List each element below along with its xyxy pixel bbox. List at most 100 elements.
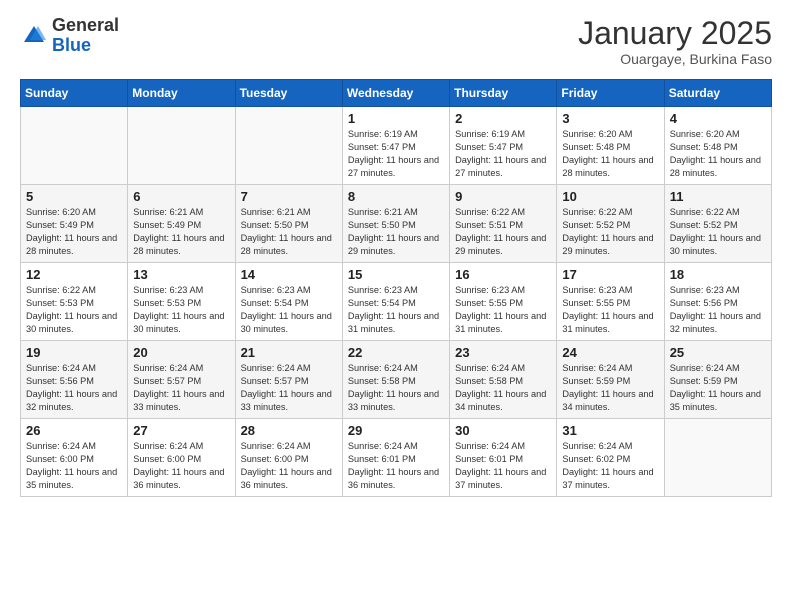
day-info: Sunrise: 6:19 AMSunset: 5:47 PMDaylight:… — [455, 128, 551, 180]
day-number: 10 — [562, 189, 658, 204]
day-cell-w4-d5: 23 Sunrise: 6:24 AMSunset: 5:58 PMDaylig… — [450, 341, 557, 419]
day-cell-w5-d3: 28 Sunrise: 6:24 AMSunset: 6:00 PMDaylig… — [235, 419, 342, 497]
day-number: 27 — [133, 423, 229, 438]
day-cell-w4-d7: 25 Sunrise: 6:24 AMSunset: 5:59 PMDaylig… — [664, 341, 771, 419]
day-info: Sunrise: 6:23 AMSunset: 5:55 PMDaylight:… — [562, 284, 658, 336]
day-cell-w5-d7 — [664, 419, 771, 497]
location-subtitle: Ouargaye, Burkina Faso — [578, 51, 772, 67]
day-cell-w2-d5: 9 Sunrise: 6:22 AMSunset: 5:51 PMDayligh… — [450, 185, 557, 263]
day-info: Sunrise: 6:24 AMSunset: 5:57 PMDaylight:… — [241, 362, 337, 414]
day-info: Sunrise: 6:21 AMSunset: 5:50 PMDaylight:… — [241, 206, 337, 258]
day-number: 22 — [348, 345, 444, 360]
day-info: Sunrise: 6:24 AMSunset: 5:56 PMDaylight:… — [26, 362, 122, 414]
day-number: 20 — [133, 345, 229, 360]
col-friday: Friday — [557, 80, 664, 107]
col-saturday: Saturday — [664, 80, 771, 107]
calendar-table: Sunday Monday Tuesday Wednesday Thursday… — [20, 79, 772, 497]
day-info: Sunrise: 6:21 AMSunset: 5:50 PMDaylight:… — [348, 206, 444, 258]
col-wednesday: Wednesday — [342, 80, 449, 107]
week-row-4: 19 Sunrise: 6:24 AMSunset: 5:56 PMDaylig… — [21, 341, 772, 419]
day-number: 14 — [241, 267, 337, 282]
week-row-3: 12 Sunrise: 6:22 AMSunset: 5:53 PMDaylig… — [21, 263, 772, 341]
day-cell-w4-d3: 21 Sunrise: 6:24 AMSunset: 5:57 PMDaylig… — [235, 341, 342, 419]
day-info: Sunrise: 6:19 AMSunset: 5:47 PMDaylight:… — [348, 128, 444, 180]
day-info: Sunrise: 6:22 AMSunset: 5:51 PMDaylight:… — [455, 206, 551, 258]
page: General Blue January 2025 Ouargaye, Burk… — [0, 0, 792, 612]
title-block: January 2025 Ouargaye, Burkina Faso — [578, 16, 772, 67]
month-title: January 2025 — [578, 16, 772, 51]
day-cell-w3-d7: 18 Sunrise: 6:23 AMSunset: 5:56 PMDaylig… — [664, 263, 771, 341]
day-cell-w1-d4: 1 Sunrise: 6:19 AMSunset: 5:47 PMDayligh… — [342, 107, 449, 185]
col-sunday: Sunday — [21, 80, 128, 107]
day-number: 19 — [26, 345, 122, 360]
day-number: 30 — [455, 423, 551, 438]
day-info: Sunrise: 6:21 AMSunset: 5:49 PMDaylight:… — [133, 206, 229, 258]
day-number: 3 — [562, 111, 658, 126]
day-number: 13 — [133, 267, 229, 282]
day-cell-w1-d1 — [21, 107, 128, 185]
day-number: 26 — [26, 423, 122, 438]
day-cell-w1-d5: 2 Sunrise: 6:19 AMSunset: 5:47 PMDayligh… — [450, 107, 557, 185]
day-cell-w5-d4: 29 Sunrise: 6:24 AMSunset: 6:01 PMDaylig… — [342, 419, 449, 497]
day-cell-w2-d6: 10 Sunrise: 6:22 AMSunset: 5:52 PMDaylig… — [557, 185, 664, 263]
day-number: 6 — [133, 189, 229, 204]
day-cell-w4-d6: 24 Sunrise: 6:24 AMSunset: 5:59 PMDaylig… — [557, 341, 664, 419]
day-cell-w1-d6: 3 Sunrise: 6:20 AMSunset: 5:48 PMDayligh… — [557, 107, 664, 185]
day-cell-w1-d2 — [128, 107, 235, 185]
day-info: Sunrise: 6:20 AMSunset: 5:49 PMDaylight:… — [26, 206, 122, 258]
day-info: Sunrise: 6:24 AMSunset: 6:02 PMDaylight:… — [562, 440, 658, 492]
week-row-5: 26 Sunrise: 6:24 AMSunset: 6:00 PMDaylig… — [21, 419, 772, 497]
day-info: Sunrise: 6:24 AMSunset: 5:58 PMDaylight:… — [348, 362, 444, 414]
day-number: 1 — [348, 111, 444, 126]
week-row-1: 1 Sunrise: 6:19 AMSunset: 5:47 PMDayligh… — [21, 107, 772, 185]
col-thursday: Thursday — [450, 80, 557, 107]
day-number: 15 — [348, 267, 444, 282]
day-cell-w2-d2: 6 Sunrise: 6:21 AMSunset: 5:49 PMDayligh… — [128, 185, 235, 263]
day-cell-w2-d1: 5 Sunrise: 6:20 AMSunset: 5:49 PMDayligh… — [21, 185, 128, 263]
day-cell-w4-d1: 19 Sunrise: 6:24 AMSunset: 5:56 PMDaylig… — [21, 341, 128, 419]
day-info: Sunrise: 6:24 AMSunset: 5:59 PMDaylight:… — [562, 362, 658, 414]
day-info: Sunrise: 6:23 AMSunset: 5:55 PMDaylight:… — [455, 284, 551, 336]
day-number: 24 — [562, 345, 658, 360]
day-cell-w3-d5: 16 Sunrise: 6:23 AMSunset: 5:55 PMDaylig… — [450, 263, 557, 341]
day-info: Sunrise: 6:22 AMSunset: 5:52 PMDaylight:… — [670, 206, 766, 258]
day-info: Sunrise: 6:23 AMSunset: 5:54 PMDaylight:… — [241, 284, 337, 336]
day-cell-w4-d2: 20 Sunrise: 6:24 AMSunset: 5:57 PMDaylig… — [128, 341, 235, 419]
day-info: Sunrise: 6:24 AMSunset: 5:59 PMDaylight:… — [670, 362, 766, 414]
week-row-2: 5 Sunrise: 6:20 AMSunset: 5:49 PMDayligh… — [21, 185, 772, 263]
header: General Blue January 2025 Ouargaye, Burk… — [20, 16, 772, 67]
day-cell-w5-d5: 30 Sunrise: 6:24 AMSunset: 6:01 PMDaylig… — [450, 419, 557, 497]
day-number: 28 — [241, 423, 337, 438]
day-number: 29 — [348, 423, 444, 438]
day-cell-w3-d1: 12 Sunrise: 6:22 AMSunset: 5:53 PMDaylig… — [21, 263, 128, 341]
day-cell-w3-d3: 14 Sunrise: 6:23 AMSunset: 5:54 PMDaylig… — [235, 263, 342, 341]
day-cell-w2-d7: 11 Sunrise: 6:22 AMSunset: 5:52 PMDaylig… — [664, 185, 771, 263]
day-number: 11 — [670, 189, 766, 204]
day-number: 5 — [26, 189, 122, 204]
day-number: 25 — [670, 345, 766, 360]
day-info: Sunrise: 6:24 AMSunset: 6:01 PMDaylight:… — [348, 440, 444, 492]
day-info: Sunrise: 6:23 AMSunset: 5:54 PMDaylight:… — [348, 284, 444, 336]
day-cell-w5-d1: 26 Sunrise: 6:24 AMSunset: 6:00 PMDaylig… — [21, 419, 128, 497]
day-cell-w3-d6: 17 Sunrise: 6:23 AMSunset: 5:55 PMDaylig… — [557, 263, 664, 341]
day-cell-w3-d2: 13 Sunrise: 6:23 AMSunset: 5:53 PMDaylig… — [128, 263, 235, 341]
day-number: 12 — [26, 267, 122, 282]
day-number: 9 — [455, 189, 551, 204]
day-info: Sunrise: 6:24 AMSunset: 6:00 PMDaylight:… — [241, 440, 337, 492]
day-info: Sunrise: 6:23 AMSunset: 5:56 PMDaylight:… — [670, 284, 766, 336]
day-cell-w4-d4: 22 Sunrise: 6:24 AMSunset: 5:58 PMDaylig… — [342, 341, 449, 419]
day-info: Sunrise: 6:24 AMSunset: 5:58 PMDaylight:… — [455, 362, 551, 414]
day-number: 4 — [670, 111, 766, 126]
logo-blue: Blue — [52, 35, 91, 55]
day-info: Sunrise: 6:22 AMSunset: 5:53 PMDaylight:… — [26, 284, 122, 336]
logo: General Blue — [20, 16, 119, 56]
day-info: Sunrise: 6:20 AMSunset: 5:48 PMDaylight:… — [562, 128, 658, 180]
day-number: 31 — [562, 423, 658, 438]
day-cell-w1-d3 — [235, 107, 342, 185]
day-info: Sunrise: 6:23 AMSunset: 5:53 PMDaylight:… — [133, 284, 229, 336]
day-number: 17 — [562, 267, 658, 282]
col-monday: Monday — [128, 80, 235, 107]
calendar-header-row: Sunday Monday Tuesday Wednesday Thursday… — [21, 80, 772, 107]
day-cell-w5-d2: 27 Sunrise: 6:24 AMSunset: 6:00 PMDaylig… — [128, 419, 235, 497]
day-cell-w3-d4: 15 Sunrise: 6:23 AMSunset: 5:54 PMDaylig… — [342, 263, 449, 341]
